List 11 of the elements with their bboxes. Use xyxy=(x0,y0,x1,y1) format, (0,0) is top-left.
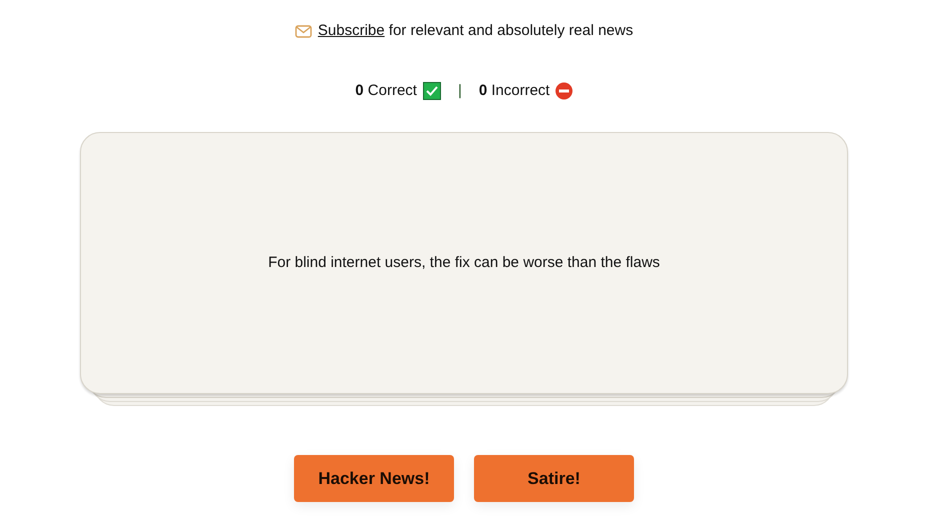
correct-count: 0 Correct xyxy=(355,80,417,101)
separator: | xyxy=(458,80,462,101)
answer-button[interactable]: Satire! xyxy=(474,455,634,502)
no-entry-icon xyxy=(554,82,573,100)
checkmark-icon xyxy=(422,82,441,100)
subscribe-link[interactable]: Subscribe xyxy=(318,22,385,39)
incorrect-count: 0 Incorrect xyxy=(478,80,550,101)
answer-button[interactable]: Hacker News! xyxy=(294,455,454,502)
headline-text: For blind internet users, the fix can be worse than the flaws xyxy=(268,252,660,273)
subscribe-text: Subscribe for relevant and absolutely real news xyxy=(318,20,634,41)
mail-icon xyxy=(294,24,312,38)
